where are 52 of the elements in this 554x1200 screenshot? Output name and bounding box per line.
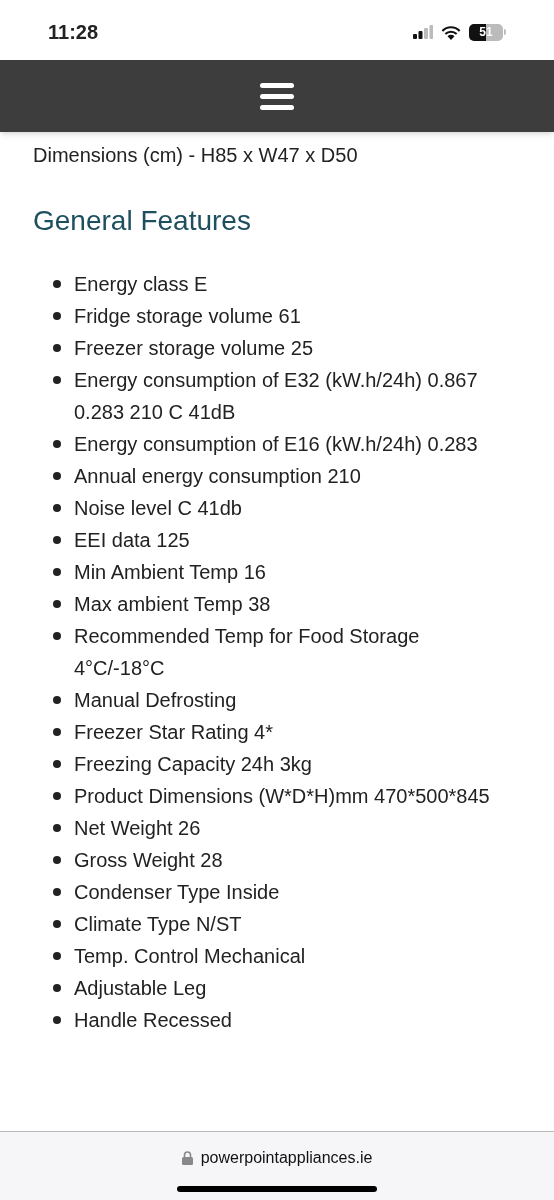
bullet-icon (53, 536, 61, 544)
feature-text: Energy consumption of E16 (kW.h/24h) 0.283 (74, 432, 478, 457)
feature-text: Min Ambient Temp 16 (74, 560, 266, 585)
feature-text: Manual Defrosting (74, 688, 237, 713)
wifi-icon (441, 24, 461, 40)
feature-text: Noise level C 41db (74, 496, 242, 521)
feature-text: Freezing Capacity 24h 3kg (74, 752, 312, 777)
feature-text: Freezer storage volume 25 (74, 336, 313, 361)
feature-text: Gross Weight 28 (74, 848, 223, 873)
bullet-icon (53, 984, 61, 992)
bullet-icon (53, 888, 61, 896)
bullet-icon (53, 376, 61, 384)
feature-text: Adjustable Leg (74, 976, 207, 1001)
bullet-icon (53, 312, 61, 320)
feature-text: Max ambient Temp 38 (74, 592, 271, 617)
feature-text: Fridge storage volume 61 (74, 304, 301, 329)
bullet-icon (53, 760, 61, 768)
bullet-icon (53, 952, 61, 960)
bullet-icon (53, 504, 61, 512)
bullet-icon (53, 472, 61, 480)
feature-text: Net Weight 26 (74, 816, 201, 841)
bullet-icon (53, 568, 61, 576)
feature-text: EEI data 125 (74, 528, 190, 553)
feature-text: Climate Type N/ST (74, 912, 242, 937)
bullet-icon (53, 600, 61, 608)
bullet-icon (53, 728, 61, 736)
bullet-icon (53, 792, 61, 800)
feature-text: Temp. Control Mechanical (74, 944, 306, 969)
bullet-icon (53, 920, 61, 928)
status-time: 11:28 (48, 20, 99, 45)
bullet-icon (53, 1016, 61, 1024)
lock-icon (181, 1151, 193, 1165)
bullet-icon (53, 280, 61, 288)
menu-icon[interactable] (260, 82, 294, 110)
bullet-icon (53, 440, 61, 448)
bullet-icon (53, 632, 61, 640)
feature-text: Handle Recessed (74, 1008, 232, 1033)
bullet-icon (53, 824, 61, 832)
feature-text: Energy class E (74, 272, 208, 297)
feature-text: Annual energy consumption 210 (74, 464, 361, 489)
feature-text: Recommended Temp for Food Storage 4°C/-18°C (74, 624, 421, 681)
section-heading: General Features (33, 204, 252, 238)
bullet-icon (53, 696, 61, 704)
bullet-icon (53, 856, 61, 864)
signal-icon (413, 25, 433, 39)
feature-text: Freezer Star Rating 4* (74, 720, 273, 745)
feature-text: Product Dimensions (W*D*H)mm 470*500*845 (74, 784, 490, 809)
bullet-icon (53, 344, 61, 352)
feature-text: Energy consumption of E32 (kW.h/24h) 0.867 0.283 210 C 41dB (74, 368, 479, 425)
feature-text: Condenser Type Inside (74, 880, 280, 905)
url-text[interactable]: powerpointappliances.ie (200, 1146, 373, 1170)
dimensions-text: Dimensions (cm) - H85 x W47 x D50 (33, 143, 359, 168)
